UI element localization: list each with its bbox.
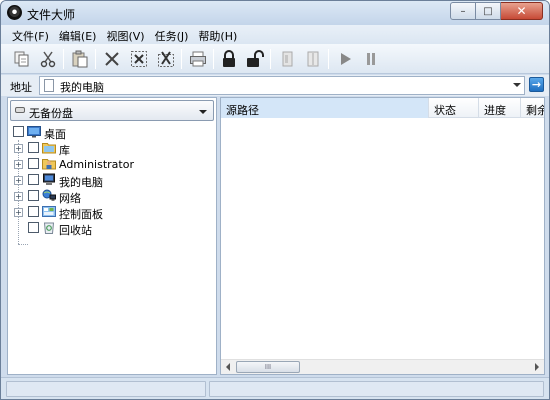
menu-file[interactable]: 文件(F) (7, 25, 54, 44)
menu-bar: 文件(F) 编辑(E) 视图(V) 任务(J) 帮助(H) (1, 25, 549, 44)
horizontal-scrollbar[interactable]: III (221, 359, 544, 374)
play-icon[interactable] (334, 48, 356, 70)
main-window: 文件大师 – □ ✕ 文件(F) 编辑(E) 视图(V) 任务(J) 帮助(H) (0, 0, 550, 400)
network-icon (42, 189, 56, 202)
tree-item-recycle-bin[interactable]: 回收站 (8, 220, 208, 237)
computer-icon (42, 173, 56, 186)
desktop-icon (27, 125, 41, 138)
expand-icon[interactable]: + (14, 144, 23, 153)
address-input[interactable]: 我的电脑 (39, 76, 525, 95)
address-value: 我的电脑 (60, 81, 104, 94)
tree-label: Administrator (59, 158, 134, 171)
close-button[interactable]: ✕ (501, 2, 543, 20)
title-bar: 文件大师 – □ ✕ (1, 1, 549, 25)
paste-icon[interactable] (69, 48, 91, 70)
menu-view[interactable]: 视图(V) (101, 25, 149, 44)
backup-drive-select[interactable]: 无备份盘 (10, 100, 214, 121)
menu-task[interactable]: 任务(J) (150, 25, 194, 44)
tree-item-control-panel[interactable]: + 控制面板 (8, 204, 208, 221)
toolbar (1, 44, 549, 74)
control-panel-icon (42, 205, 56, 218)
tree-label: 回收站 (59, 224, 92, 237)
tree-checkbox[interactable] (28, 206, 39, 217)
tag-icon[interactable] (276, 48, 298, 70)
tree-item-network[interactable]: + 网络 (8, 188, 208, 205)
drive-icon (15, 107, 25, 113)
minimize-button[interactable]: – (450, 2, 476, 20)
copy-icon[interactable] (11, 48, 33, 70)
cut-icon[interactable] (37, 48, 59, 70)
chevron-down-icon[interactable] (513, 83, 521, 87)
pause-icon[interactable] (360, 48, 382, 70)
column-header-status[interactable]: 状态 (429, 98, 479, 118)
select-delete-icon[interactable] (128, 48, 150, 70)
user-folder-icon (42, 157, 56, 170)
status-cell-right (209, 381, 544, 397)
menu-edit[interactable]: 编辑(E) (54, 25, 102, 44)
tree-checkbox[interactable] (28, 142, 39, 153)
unlock-icon[interactable] (244, 48, 266, 70)
expand-icon[interactable]: + (14, 208, 23, 217)
go-button[interactable]: → (529, 77, 544, 92)
table-header: 源路径 状态 进度 剩余 (221, 98, 544, 118)
print-icon[interactable] (187, 48, 209, 70)
file-icon[interactable] (302, 48, 324, 70)
menu-help[interactable]: 帮助(H) (193, 25, 242, 44)
tree-checkbox[interactable] (28, 174, 39, 185)
tree-item-desktop[interactable]: 桌面 (8, 124, 208, 141)
library-icon (42, 141, 56, 154)
tree-item-library[interactable]: + 库 (8, 140, 208, 157)
task-list-panel: 源路径 状态 进度 剩余 III (220, 97, 545, 375)
lock-icon[interactable] (218, 48, 240, 70)
expand-icon[interactable]: + (14, 192, 23, 201)
address-bar: 地址 我的电脑 → (1, 75, 549, 96)
column-header-progress[interactable]: 进度 (479, 98, 521, 118)
document-icon (44, 79, 54, 92)
scroll-left-icon[interactable] (226, 363, 230, 371)
scrollbar-thumb[interactable]: III (236, 361, 300, 373)
window-title: 文件大师 (27, 8, 76, 22)
app-logo-icon (7, 5, 22, 20)
folder-tree-panel: 无备份盘 桌面 + 库 + Administrator + 我的电脑 + 网络 … (7, 97, 217, 375)
tree-checkbox[interactable] (28, 222, 39, 233)
expand-icon[interactable]: + (14, 160, 23, 169)
recycle-bin-icon (42, 221, 56, 234)
drive-select-value: 无备份盘 (29, 107, 73, 120)
tree-item-administrator[interactable]: + Administrator (8, 156, 208, 172)
column-header-remaining[interactable]: 剩余 (521, 98, 544, 118)
expand-icon[interactable]: + (14, 176, 23, 185)
tree-checkbox[interactable] (28, 190, 39, 201)
scroll-right-icon[interactable] (535, 363, 539, 371)
maximize-button[interactable]: □ (476, 2, 501, 20)
tree-item-my-computer[interactable]: + 我的电脑 (8, 172, 208, 189)
status-bar (1, 377, 549, 399)
column-header-source-path[interactable]: 源路径 (221, 98, 429, 118)
chevron-down-icon (199, 110, 207, 114)
status-cell-left (6, 381, 206, 397)
select-all-delete-icon[interactable] (155, 48, 177, 70)
tree-checkbox[interactable] (28, 158, 39, 169)
delete-icon[interactable] (101, 48, 123, 70)
address-label: 地址 (10, 81, 32, 94)
tree-checkbox[interactable] (13, 126, 24, 137)
